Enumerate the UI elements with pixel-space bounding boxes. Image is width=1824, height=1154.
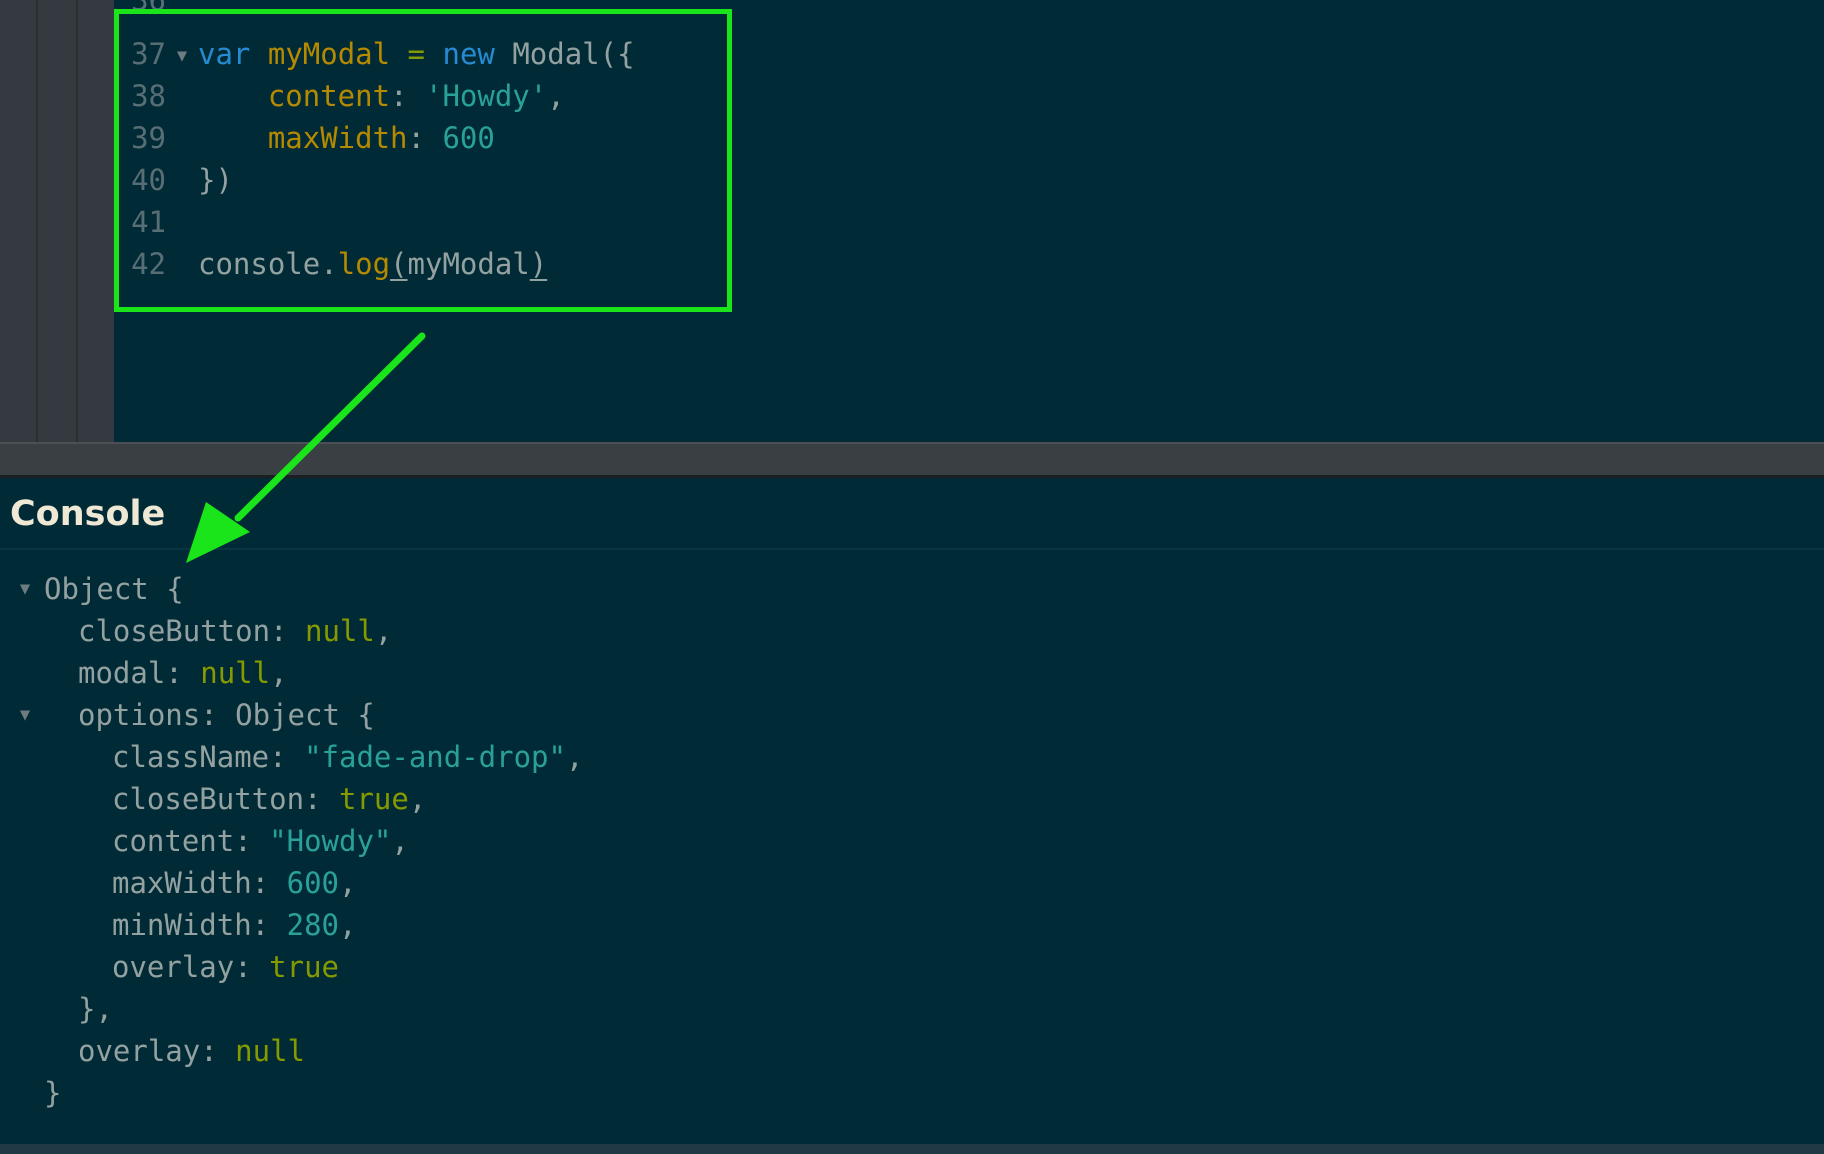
console-line: overlay: true [112,950,339,984]
collapse-triangle-icon[interactable]: ▼ [16,568,34,610]
console-line: modal: null, [78,656,288,690]
console-panel: Console ▼ Object { closeButton: null, mo… [0,478,1824,1144]
console-line: closeButton: true, [112,782,427,816]
collapse-triangle-icon[interactable]: ▼ [16,694,34,736]
console-line: }, [78,992,113,1026]
highlight-box [114,9,732,312]
console-title: Console [10,494,166,534]
console-line: minWidth: 280, [112,908,357,942]
editor-gutter-column [78,0,114,442]
code-editor[interactable]: 36 37 ▼ var myModal = new Modal({ 38 conte… [0,0,1824,442]
console-line: maxWidth: 600, [112,866,357,900]
panel-resize-handle[interactable] [0,442,1824,478]
console-line: content: "Howdy", [112,824,409,858]
status-bar [0,1144,1824,1154]
editor-gutter-column [38,0,78,442]
console-line: options: Object { [78,698,375,732]
console-line: className: "fade-and-drop", [112,740,584,774]
console-line: } [44,1076,62,1110]
console-line: overlay: null [78,1034,305,1068]
editor-gutter-column [0,0,38,442]
console-line: Object { [44,572,184,606]
console-header: Console [0,478,1824,550]
console-line: closeButton: null, [78,614,393,648]
